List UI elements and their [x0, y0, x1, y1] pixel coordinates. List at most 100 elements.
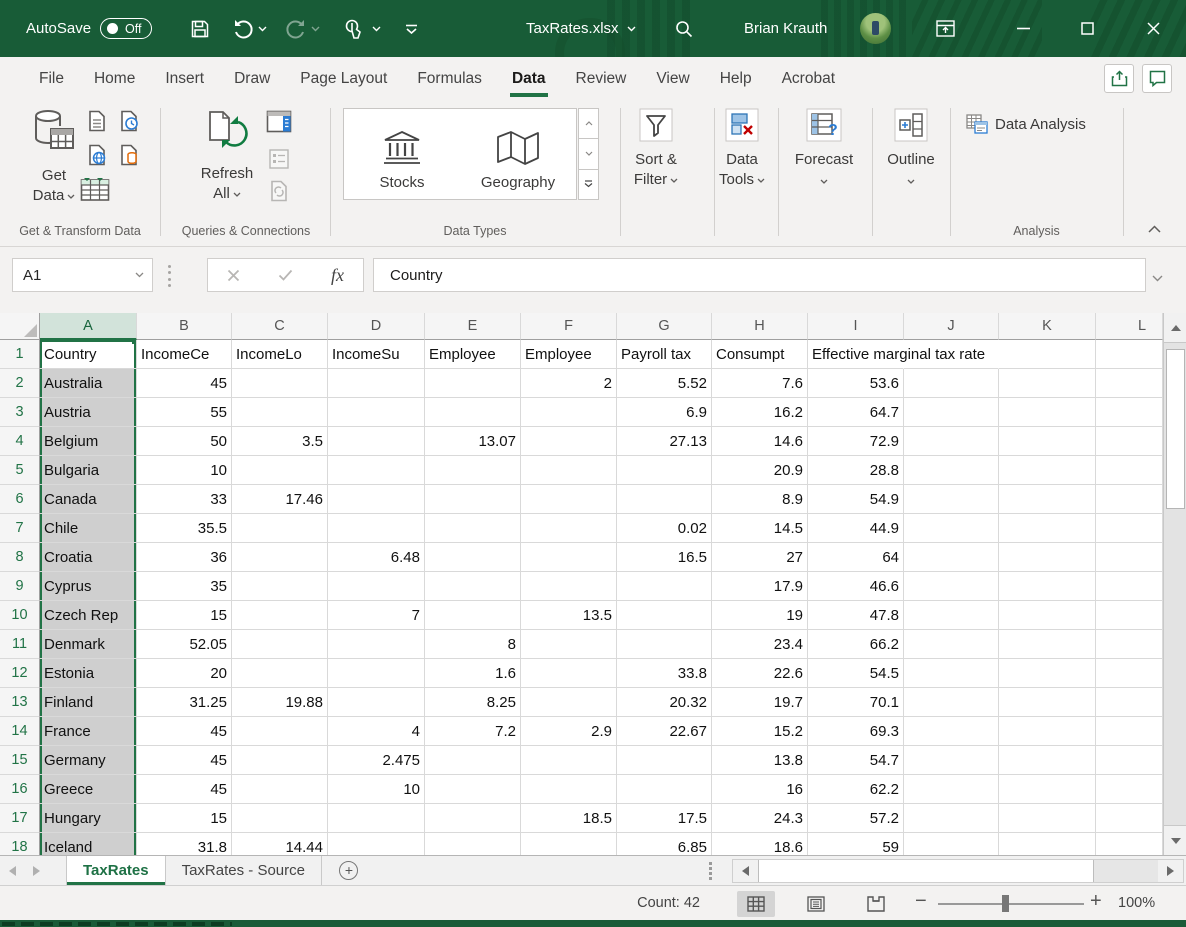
- cell-K4[interactable]: [999, 427, 1096, 456]
- cell-E2[interactable]: [425, 369, 521, 398]
- cell-L14[interactable]: [1096, 717, 1163, 746]
- name-box[interactable]: A1: [12, 258, 153, 292]
- cell-J5[interactable]: [904, 456, 999, 485]
- ribbon-display-options-button[interactable]: [922, 0, 968, 57]
- cell-G16[interactable]: [617, 775, 712, 804]
- cell-H8[interactable]: 27: [712, 543, 808, 572]
- cell-I2[interactable]: 53.6: [808, 369, 904, 398]
- stocks-data-type[interactable]: Stocks: [344, 109, 460, 199]
- cell-E7[interactable]: [425, 514, 521, 543]
- cell-D8[interactable]: 6.48: [328, 543, 425, 572]
- cell-F8[interactable]: [521, 543, 617, 572]
- cell-B7[interactable]: 35.5: [137, 514, 232, 543]
- cell-J4[interactable]: [904, 427, 999, 456]
- cell-D3[interactable]: [328, 398, 425, 427]
- cell-G1[interactable]: Payroll tax: [617, 340, 712, 369]
- cell-L12[interactable]: [1096, 659, 1163, 688]
- cell-B15[interactable]: 45: [137, 746, 232, 775]
- cell-I18[interactable]: 59: [808, 833, 904, 855]
- cell-C14[interactable]: [232, 717, 328, 746]
- cell-J15[interactable]: [904, 746, 999, 775]
- from-text-csv-button[interactable]: [86, 110, 108, 137]
- search-button[interactable]: [674, 0, 694, 57]
- cell-K10[interactable]: [999, 601, 1096, 630]
- geography-data-type[interactable]: Geography: [460, 109, 576, 199]
- cell-I3[interactable]: 64.7: [808, 398, 904, 427]
- cell-I9[interactable]: 46.6: [808, 572, 904, 601]
- cell-K18[interactable]: [999, 833, 1096, 855]
- ribbon-tab-review[interactable]: Review: [561, 57, 642, 100]
- cell-G11[interactable]: [617, 630, 712, 659]
- cell-K15[interactable]: [999, 746, 1096, 775]
- customize-quick-access-button[interactable]: [405, 0, 418, 57]
- cell-K12[interactable]: [999, 659, 1096, 688]
- cell-I1[interactable]: Effective marginal tax rate: [808, 340, 904, 369]
- row-header-7[interactable]: 7: [0, 514, 40, 543]
- zoom-slider-track[interactable]: [938, 903, 1084, 905]
- cell-L3[interactable]: [1096, 398, 1163, 427]
- cell-K13[interactable]: [999, 688, 1096, 717]
- ribbon-tab-draw[interactable]: Draw: [219, 57, 285, 100]
- from-database-button[interactable]: [118, 144, 140, 171]
- touch-mode-button[interactable]: [342, 0, 364, 57]
- cell-D7[interactable]: [328, 514, 425, 543]
- get-data-button[interactable]: Get Data: [22, 108, 86, 206]
- gallery-scroll-down-button[interactable]: [578, 139, 599, 169]
- column-header-I[interactable]: I: [808, 313, 904, 340]
- row-header-18[interactable]: 18: [0, 833, 40, 855]
- cell-D4[interactable]: [328, 427, 425, 456]
- ribbon-tab-help[interactable]: Help: [705, 57, 767, 100]
- cell-G9[interactable]: [617, 572, 712, 601]
- ribbon-tab-page-layout[interactable]: Page Layout: [285, 57, 402, 100]
- refresh-all-button[interactable]: Refresh All: [196, 108, 258, 204]
- cell-J2[interactable]: [904, 369, 999, 398]
- cell-L7[interactable]: [1096, 514, 1163, 543]
- vertical-scrollbar-thumb[interactable]: [1166, 349, 1185, 509]
- cell-E12[interactable]: 1.6: [425, 659, 521, 688]
- cell-B8[interactable]: 36: [137, 543, 232, 572]
- cell-L8[interactable]: [1096, 543, 1163, 572]
- cell-B9[interactable]: 35: [137, 572, 232, 601]
- cell-E4[interactable]: 13.07: [425, 427, 521, 456]
- row-header-9[interactable]: 9: [0, 572, 40, 601]
- cell-D2[interactable]: [328, 369, 425, 398]
- cell-B16[interactable]: 45: [137, 775, 232, 804]
- page-break-preview-button[interactable]: [857, 891, 895, 917]
- user-name[interactable]: Brian Krauth: [744, 0, 827, 57]
- column-header-J[interactable]: J: [904, 313, 999, 340]
- cell-A15[interactable]: Germany: [40, 746, 137, 775]
- cell-F2[interactable]: 2: [521, 369, 617, 398]
- cell-E15[interactable]: [425, 746, 521, 775]
- cell-A10[interactable]: Czech Rep: [40, 601, 137, 630]
- cell-B4[interactable]: 50: [137, 427, 232, 456]
- cell-I5[interactable]: 28.8: [808, 456, 904, 485]
- cell-B11[interactable]: 52.05: [137, 630, 232, 659]
- expand-formula-bar-button[interactable]: [1152, 269, 1163, 287]
- cell-L5[interactable]: [1096, 456, 1163, 485]
- cell-G3[interactable]: 6.9: [617, 398, 712, 427]
- cell-K2[interactable]: [999, 369, 1096, 398]
- zoom-out-button[interactable]: −: [915, 890, 927, 913]
- cell-H9[interactable]: 17.9: [712, 572, 808, 601]
- cell-K7[interactable]: [999, 514, 1096, 543]
- cell-G18[interactable]: 6.85: [617, 833, 712, 855]
- row-header-12[interactable]: 12: [0, 659, 40, 688]
- touch-mode-dropdown[interactable]: [372, 0, 381, 57]
- cell-D13[interactable]: [328, 688, 425, 717]
- horizontal-scrollbar-thumb[interactable]: [758, 860, 1094, 882]
- cell-A14[interactable]: France: [40, 717, 137, 746]
- cell-C11[interactable]: [232, 630, 328, 659]
- row-header-17[interactable]: 17: [0, 804, 40, 833]
- cell-D11[interactable]: [328, 630, 425, 659]
- cell-F13[interactable]: [521, 688, 617, 717]
- row-header-2[interactable]: 2: [0, 369, 40, 398]
- cell-A9[interactable]: Cyprus: [40, 572, 137, 601]
- cell-C13[interactable]: 19.88: [232, 688, 328, 717]
- cell-B1[interactable]: IncomeCe: [137, 340, 232, 369]
- cell-F4[interactable]: [521, 427, 617, 456]
- cell-G7[interactable]: 0.02: [617, 514, 712, 543]
- cell-D6[interactable]: [328, 485, 425, 514]
- cell-L18[interactable]: [1096, 833, 1163, 855]
- sheet-nav-left-button[interactable]: [0, 856, 24, 885]
- ribbon-tab-data[interactable]: Data: [497, 57, 561, 100]
